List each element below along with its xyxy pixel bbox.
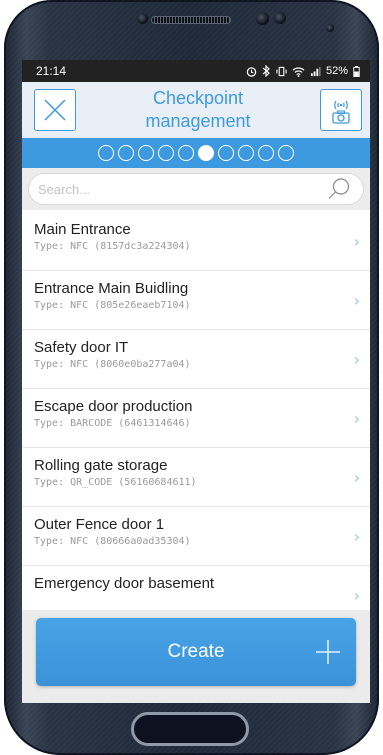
status-bar: 21:14 52% <box>22 60 370 82</box>
app-screen: 21:14 52% Checkpoint management Search..… <box>22 60 370 703</box>
checkpoint-detail: Type: QR_CODE (56160684611) <box>34 477 197 488</box>
battery-icon <box>353 65 360 77</box>
notification-led <box>326 24 334 32</box>
search-bar <box>22 168 370 210</box>
checkpoint-item[interactable]: Safety door IT Type: NFC (8060e0ba277a04… <box>22 330 370 389</box>
earpiece-speaker <box>151 16 231 24</box>
search-input[interactable] <box>38 181 327 197</box>
search-box <box>28 173 364 205</box>
checkpoint-name: Outer Fence door 1 <box>34 516 165 533</box>
chevron-right-icon: › <box>353 350 360 369</box>
alarm-icon <box>246 66 257 77</box>
chevron-right-icon: › <box>353 409 360 428</box>
status-icons: 52% <box>246 65 360 77</box>
checkpoint-name: Rolling gate storage <box>34 457 168 474</box>
app-header: Checkpoint management <box>22 82 370 138</box>
footer-bar: Create <box>22 610 370 703</box>
scan-button[interactable] <box>319 89 362 131</box>
page-title-line1: Checkpoint <box>152 88 244 108</box>
battery-percent: 52% <box>325 65 348 77</box>
checkpoint-item[interactable]: Outer Fence door 1 Type: NFC (80666a0ad3… <box>22 507 370 566</box>
checkpoint-name: Main Entrance <box>34 221 131 238</box>
step-dot <box>218 145 234 161</box>
checkpoint-name: Entrance Main Buidling <box>34 280 189 297</box>
step-dot <box>118 145 134 161</box>
create-button[interactable]: Create <box>36 618 356 686</box>
front-camera <box>274 12 286 24</box>
nfc-camera-icon <box>332 100 350 124</box>
checkpoint-name: Safety door IT <box>34 339 129 356</box>
checkpoint-name: Emergency door basement <box>34 575 215 592</box>
chevron-right-icon: › <box>353 586 360 605</box>
status-time: 21:14 <box>36 64 67 78</box>
proximity-sensor <box>256 12 269 25</box>
step-dot <box>158 145 174 161</box>
step-dot <box>258 145 274 161</box>
checkpoint-item[interactable]: Entrance Main Buidling Type: NFC (805e26… <box>22 271 370 330</box>
plus-icon <box>316 640 340 664</box>
chevron-right-icon: › <box>353 291 360 310</box>
bluetooth-icon <box>262 65 270 77</box>
wifi-icon <box>292 66 305 77</box>
step-dot <box>178 145 194 161</box>
step-dot <box>278 145 294 161</box>
step-dot <box>98 145 114 161</box>
vibrate-icon <box>276 66 287 76</box>
search-icon[interactable] <box>327 177 351 201</box>
step-dot <box>238 145 254 161</box>
step-indicator <box>22 138 370 168</box>
checkpoint-detail: Type: NFC (8060e0ba277a04) <box>34 359 191 370</box>
create-button-label: Create <box>167 641 225 662</box>
step-dot-active <box>198 145 214 161</box>
checkpoint-list: Main Entrance Type: NFC (8157dc3a224304)… <box>22 212 370 610</box>
checkpoint-detail: Type: NFC (80666a0ad35304) <box>34 536 191 547</box>
front-sensor <box>137 13 148 24</box>
checkpoint-item[interactable]: Main Entrance Type: NFC (8157dc3a224304)… <box>22 212 370 271</box>
page-title: Checkpoint management <box>145 87 250 133</box>
checkpoint-detail: Type: BARCODE (6461314646) <box>34 418 191 429</box>
home-button[interactable] <box>131 712 249 746</box>
checkpoint-detail: Type: NFC (805e26eaeb7104) <box>34 300 191 311</box>
close-button[interactable] <box>34 89 76 131</box>
checkpoint-item[interactable]: Escape door production Type: BARCODE (64… <box>22 389 370 448</box>
chevron-right-icon: › <box>353 468 360 487</box>
checkpoint-detail: Type: NFC (8157dc3a224304) <box>34 241 191 252</box>
chevron-right-icon: › <box>353 527 360 546</box>
close-icon <box>44 99 66 121</box>
chevron-right-icon: › <box>353 232 360 251</box>
page-title-line2: management <box>145 111 251 131</box>
checkpoint-item[interactable]: Emergency door basement › <box>22 566 370 610</box>
checkpoint-name: Escape door production <box>34 398 193 415</box>
step-dot <box>138 145 154 161</box>
checkpoint-item[interactable]: Rolling gate storage Type: QR_CODE (5616… <box>22 448 370 507</box>
signal-icon <box>310 66 321 76</box>
